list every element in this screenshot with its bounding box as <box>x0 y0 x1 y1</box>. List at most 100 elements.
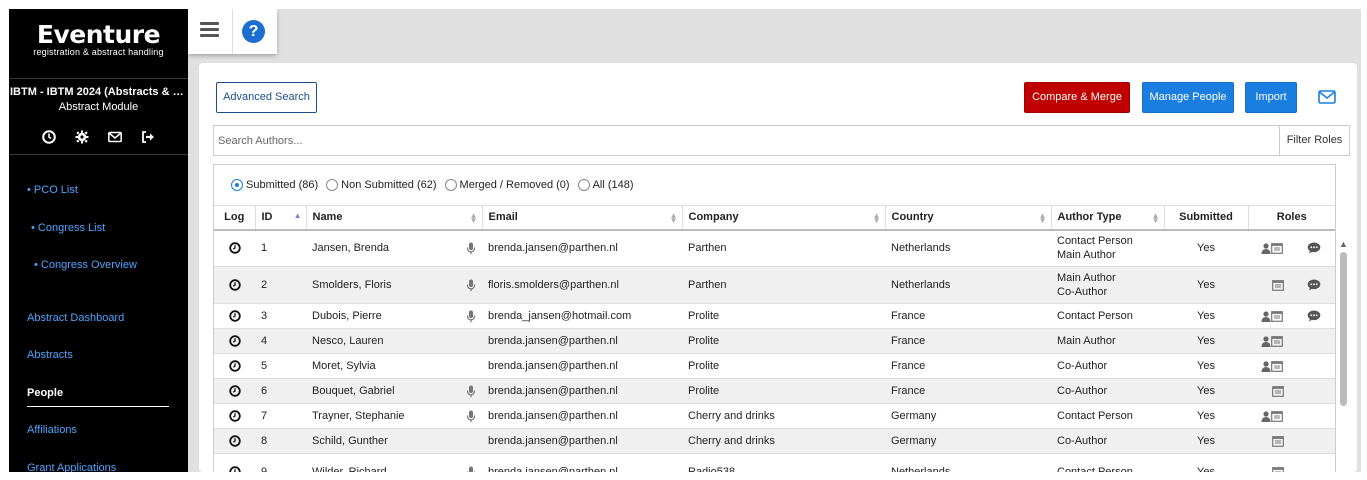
vertical-scrollbar[interactable]: ▲ <box>1337 239 1349 472</box>
log-cell[interactable] <box>214 229 255 267</box>
clock-icon[interactable] <box>228 279 241 291</box>
log-cell[interactable] <box>214 303 255 329</box>
column-header-email[interactable]: Email ▲ ▼ <box>482 205 683 231</box>
column-header-log[interactable]: Log <box>214 205 256 231</box>
author-name[interactable]: Schild, Gunther <box>312 435 388 447</box>
author-name[interactable]: Bouquet, Gabriel <box>312 385 395 397</box>
table-row[interactable]: 7 Trayner, Stephanie brenda.jansen@parthen… <box>214 403 1335 429</box>
sidebar-divider <box>9 78 188 79</box>
clock-icon[interactable] <box>228 466 241 472</box>
sidebar-item-abstract-dashboard[interactable]: Abstract Dashboard <box>27 312 124 324</box>
log-cell[interactable] <box>214 378 255 404</box>
compare-merge-button[interactable]: Compare & Merge <box>1024 82 1130 113</box>
person-role-icon[interactable] <box>1261 335 1271 347</box>
table-row[interactable]: 1 Jansen, Brenda brenda.jansen@parthen.nl P… <box>214 229 1335 267</box>
author-name[interactable]: Moret, Sylvia <box>312 360 376 372</box>
hamburger-icon[interactable] <box>200 22 219 38</box>
logout-icon[interactable] <box>141 130 155 144</box>
table-row[interactable]: 9 Wilder, Richard brenda.jansen@parthen.nl… <box>214 453 1335 473</box>
clock-icon[interactable] <box>42 130 56 144</box>
author-name[interactable]: Nesco, Lauren <box>312 335 384 347</box>
sidebar-item-congress-list[interactable]: • Congress List <box>31 222 105 234</box>
person-role-icon[interactable] <box>1261 242 1271 254</box>
card-role-icon[interactable] <box>1271 335 1283 347</box>
table-row[interactable]: 5 Moret, Sylvia brenda.jansen@parthen.nl Pr… <box>214 353 1335 379</box>
sidebar-icon-bar <box>9 130 188 144</box>
column-header-author-type[interactable]: Author Type ▲ ▼ <box>1051 205 1165 231</box>
table-row[interactable]: 2 Smolders, Floris floris.smolders@parthen… <box>214 266 1335 304</box>
id-cell: 1 <box>255 229 306 267</box>
person-role-icon[interactable] <box>1261 360 1271 372</box>
advanced-search-button[interactable]: Advanced Search <box>216 82 317 113</box>
filter-merged-radio[interactable]: Merged / Removed (0) <box>444 179 570 191</box>
envelope-icon[interactable] <box>1318 90 1336 104</box>
scroll-thumb[interactable] <box>1340 252 1347 406</box>
table-row[interactable]: 8 Schild, Gunther brenda.jansen@parthen.nl… <box>214 428 1335 454</box>
person-role-icon[interactable] <box>1261 410 1271 422</box>
log-cell[interactable] <box>214 266 255 304</box>
clock-icon[interactable] <box>228 335 241 347</box>
sidebar-item-people[interactable]: People <box>27 387 63 399</box>
roles-cell <box>1248 266 1335 304</box>
card-role-icon[interactable] <box>1271 242 1283 254</box>
clock-icon[interactable] <box>228 310 241 322</box>
column-header-id[interactable]: ID ▲ <box>255 205 307 231</box>
sidebar-item-pco-list[interactable]: • PCO List <box>27 184 78 196</box>
column-header-roles[interactable]: Roles <box>1248 205 1335 231</box>
log-cell[interactable] <box>214 453 255 472</box>
author-name[interactable]: Wilder, Richard <box>312 466 387 473</box>
table-row[interactable]: 4 Nesco, Lauren brenda.jansen@parthen.nl Pr… <box>214 328 1335 354</box>
sidebar-divider <box>9 154 188 155</box>
gear-icon[interactable] <box>75 130 89 144</box>
import-button[interactable]: Import <box>1245 82 1297 113</box>
author-name[interactable]: Jansen, Brenda <box>312 242 389 254</box>
sidebar-item-abstracts[interactable]: Abstracts <box>27 349 73 361</box>
filter-non-submitted-radio[interactable]: Non Submitted (62) <box>326 179 437 191</box>
sidebar-item-grant-applications[interactable]: Grant Applications <box>27 462 116 472</box>
clock-icon[interactable] <box>228 242 241 254</box>
log-cell[interactable] <box>214 353 255 379</box>
card-role-icon[interactable] <box>1272 279 1284 291</box>
log-cell[interactable] <box>214 428 255 454</box>
column-header-country[interactable]: Country ▲ ▼ <box>885 205 1052 231</box>
manage-people-button[interactable]: Manage People <box>1142 82 1234 113</box>
help-icon[interactable]: ? <box>242 20 265 43</box>
authors-grid: Submitted (86) Non Submitted (62) Merged… <box>213 164 1336 472</box>
company-cell: Prolite <box>682 328 885 354</box>
card-role-icon[interactable] <box>1272 435 1284 447</box>
card-role-icon[interactable] <box>1272 466 1284 472</box>
company-cell: Cherry and drinks <box>682 428 885 454</box>
log-cell[interactable] <box>214 328 255 354</box>
clock-icon[interactable] <box>228 385 241 397</box>
column-header-submitted[interactable]: Submitted <box>1164 205 1249 231</box>
table-row[interactable]: 6 Bouquet, Gabriel brenda.jansen@parthen.n… <box>214 378 1335 404</box>
person-role-icon[interactable] <box>1261 310 1271 322</box>
clock-icon[interactable] <box>228 360 241 372</box>
card-role-icon[interactable] <box>1271 310 1283 322</box>
card-role-icon[interactable] <box>1272 385 1284 397</box>
filter-submitted-radio[interactable]: Submitted (86) <box>231 179 318 191</box>
clock-icon[interactable] <box>228 410 241 422</box>
table-row[interactable]: 3 Dubois, Pierre brenda_jansen@hotmail.com… <box>214 303 1335 329</box>
roles-cell <box>1248 378 1335 404</box>
clock-icon[interactable] <box>228 435 241 447</box>
column-header-company[interactable]: Company ▲ ▼ <box>682 205 886 231</box>
card-role-icon[interactable] <box>1271 360 1283 372</box>
column-header-name[interactable]: Name ▲ ▼ <box>306 205 483 231</box>
author-name[interactable]: Trayner, Stephanie <box>312 410 405 422</box>
column-label: Submitted <box>1179 211 1233 224</box>
name-cell: Trayner, Stephanie <box>306 403 482 429</box>
author-name[interactable]: Dubois, Pierre <box>312 310 382 322</box>
filter-all-radio[interactable]: All (148) <box>577 179 634 191</box>
sidebar-item-affiliations[interactable]: Affiliations <box>27 424 77 436</box>
brand-logo[interactable]: Eventure registration & abstract handlin… <box>9 21 188 58</box>
author-name[interactable]: Smolders, Floris <box>312 279 391 291</box>
filter-roles-button[interactable]: Filter Roles <box>1279 126 1349 155</box>
log-cell[interactable] <box>214 403 255 429</box>
country-cell: France <box>885 303 1051 329</box>
sidebar-item-congress-overview[interactable]: • Congress Overview <box>34 259 137 271</box>
card-role-icon[interactable] <box>1271 410 1283 422</box>
search-input[interactable] <box>214 126 1274 155</box>
mail-icon[interactable] <box>108 130 122 144</box>
scroll-up-icon[interactable]: ▲ <box>1339 239 1348 249</box>
